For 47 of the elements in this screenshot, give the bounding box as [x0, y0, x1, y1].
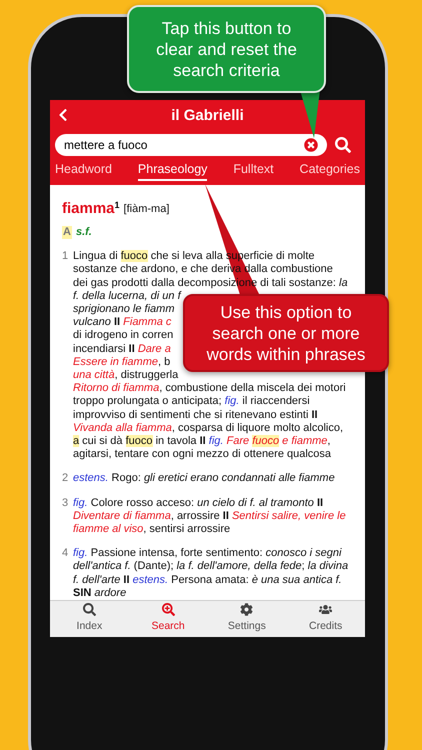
definition-line: vulcano II Fiamma c	[73, 316, 172, 330]
app-title: il Gabrielli	[171, 106, 244, 126]
sense-number: 2	[62, 472, 68, 486]
callout-text: Use this option to search one or more words within phrases	[183, 294, 389, 372]
clear-icon[interactable]	[304, 138, 318, 152]
headword: fiamma$^{1}$	[62, 200, 120, 218]
search-icon	[82, 603, 96, 616]
filter-tab[interactable]: Phraseology	[138, 161, 208, 181]
definition-line: incendiarsi II Dare a	[73, 342, 171, 356]
tab-bar-item[interactable]: Search	[138, 603, 198, 635]
sense-number: 1	[62, 250, 68, 264]
callout-text: Tap this button to clear and reset the search criteria	[127, 5, 326, 93]
definition-line: fig. Colore rosso acceso: un cielo di f. al tramonto II	[73, 496, 324, 510]
definition-line: fig. Passione intensa, forte sentimento: conosco i segni	[73, 547, 342, 560]
definition-line: Diventare di fiamma, arrossire II Sentirsi salire, venire le	[73, 510, 346, 523]
filter-tab[interactable]: Headword	[55, 161, 112, 181]
definition-line: improvviso di sentimenti che si ritenevano estinti II	[73, 408, 318, 422]
definition-line: agitarsi, tentare con ogni mezzo di ottenere qualcosa	[73, 448, 332, 462]
settings-icon	[240, 603, 254, 616]
filter-tab[interactable]: Fulltext	[233, 161, 274, 181]
sense-number: 4	[62, 547, 68, 562]
definition-line: troppo prolungata o anticipata; fig. il riaccendersi	[73, 395, 310, 409]
search-icon[interactable]	[335, 137, 351, 153]
filter-tab[interactable]: Categories	[300, 161, 360, 181]
tab-bar-item[interactable]: Index	[59, 603, 120, 635]
definition-line: f. della lucerna, di un f	[73, 290, 181, 303]
people-icon	[319, 603, 332, 616]
definition-line: fiamme al viso, sentirsi arrossire	[73, 523, 230, 536]
definition-line: dell'antica f. (Dante); la f. dell'amore, della fede; la divina	[73, 560, 348, 574]
tab-bar-item[interactable]: Settings	[216, 603, 277, 635]
definition-line: SIN ardore	[73, 586, 126, 600]
part-of-speech: s.f.	[76, 226, 92, 240]
zoom-in-icon	[162, 603, 175, 616]
definition-line: f. dell'arte II estens. Persona amata: è una sua antica f.	[73, 574, 342, 587]
definition-line: di idrogeno in corren	[73, 329, 174, 343]
definition-line: Vivanda alla fiamma, cosparsa di liquore molto alcolico,	[73, 422, 344, 435]
definition-line: una città, distruggerla	[73, 368, 178, 382]
tab-bar-item[interactable]: Credits	[296, 603, 356, 635]
definition-line: a cui si dà fuoco in tavola II fig. Fare fuoco e fiamme,	[73, 434, 330, 448]
search-field[interactable]: mettere a fuoco	[55, 134, 327, 156]
sense-number: 3	[62, 496, 68, 511]
definition-line: Ritorno di fiamma, combustione della miscela dei motori	[73, 382, 346, 396]
definition-line: sprigionano le fiamm	[73, 302, 174, 316]
pronunciation: [fiàm-ma]	[124, 202, 170, 217]
section-letter: A	[62, 226, 72, 240]
definition-line: estens. Rogo: gli eretici erano condannati alle fiamme	[73, 472, 335, 486]
definition-line: Essere in fiamme, b	[73, 356, 170, 369]
